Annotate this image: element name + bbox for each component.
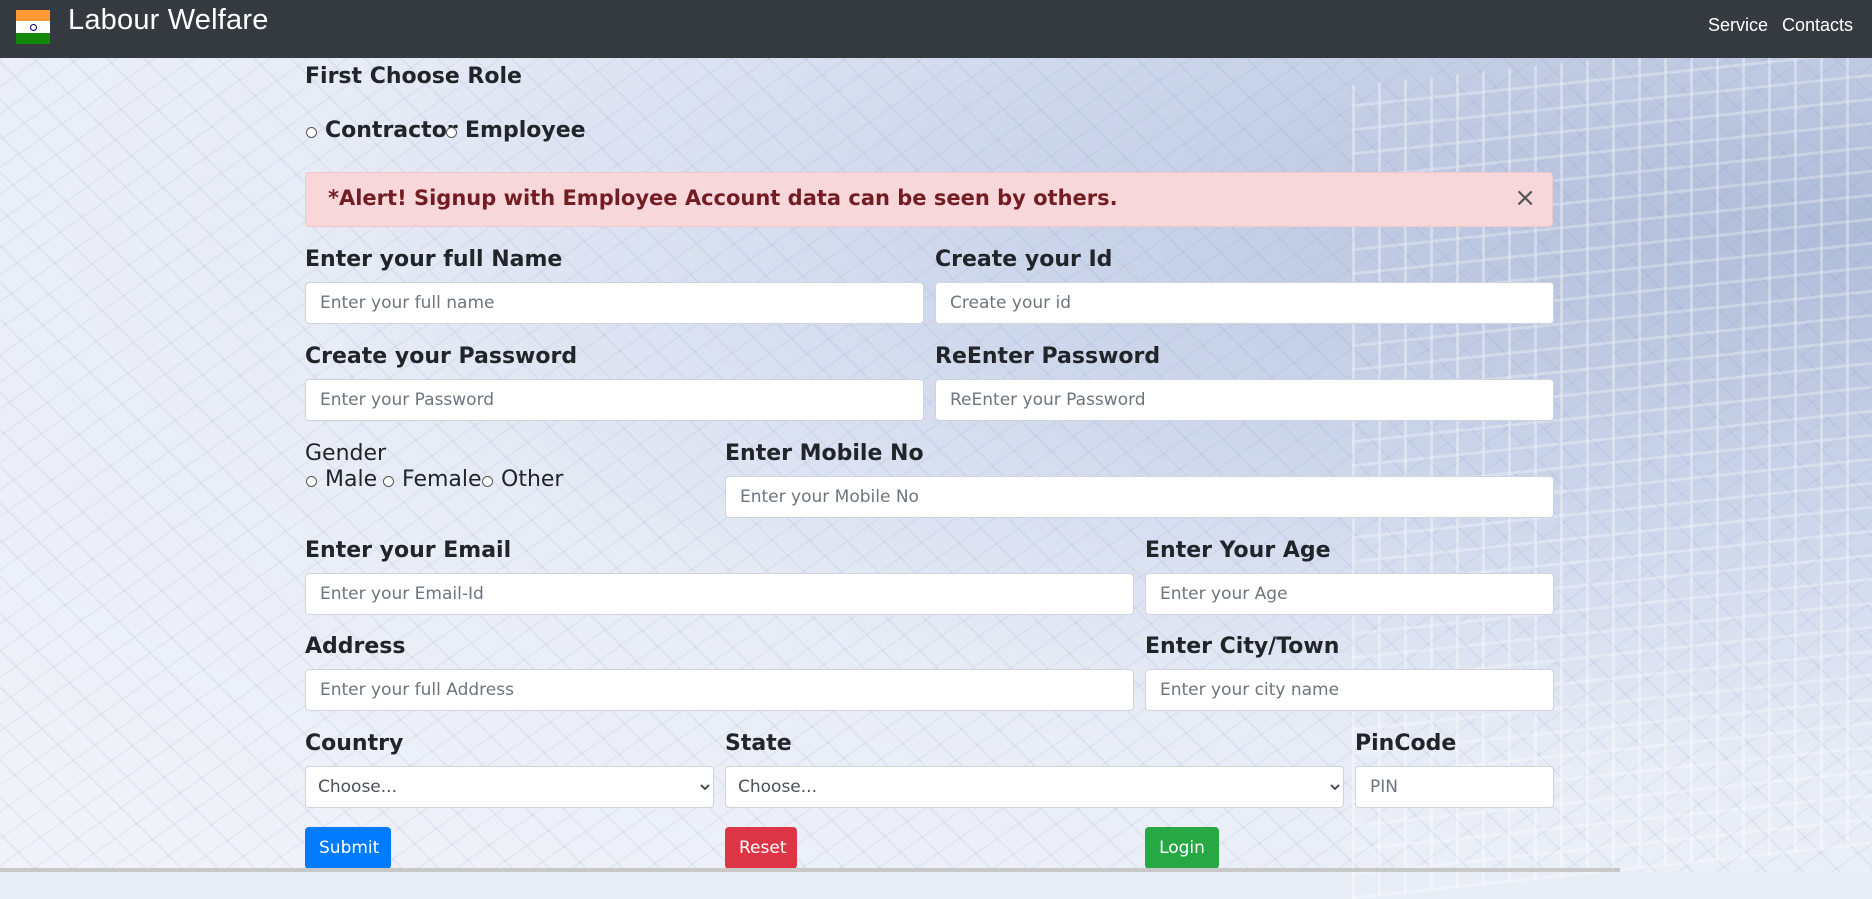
- login-button[interactable]: Login: [1145, 827, 1219, 869]
- alert-message: Signup with Employee Account data can be…: [406, 186, 1118, 210]
- gender-label-female[interactable]: Female: [402, 467, 482, 492]
- india-flag-icon: [16, 10, 50, 44]
- full-name-input[interactable]: [305, 282, 924, 324]
- password-input[interactable]: [305, 379, 924, 421]
- role-radio-contractor[interactable]: [306, 127, 317, 138]
- password-label: Create your Password: [305, 344, 578, 369]
- city-label: Enter City/Town: [1145, 634, 1340, 659]
- city-input[interactable]: [1145, 669, 1554, 711]
- alert-strong: *Alert!: [328, 186, 407, 210]
- email-label: Enter your Email: [305, 538, 512, 563]
- mobile-input[interactable]: [725, 476, 1554, 518]
- address-label: Address: [305, 634, 406, 659]
- state-select[interactable]: Choose...: [725, 766, 1344, 808]
- alert-banner: *Alert! Signup with Employee Account dat…: [305, 172, 1553, 227]
- mobile-label: Enter Mobile No: [725, 441, 924, 466]
- submit-button[interactable]: Submit: [305, 827, 391, 869]
- gender-radio-male[interactable]: [306, 476, 317, 487]
- role-radio-employee[interactable]: [446, 127, 457, 138]
- full-name-label: Enter your full Name: [305, 247, 563, 272]
- horizontal-scrollbar[interactable]: [0, 868, 1620, 872]
- gender-radio-female[interactable]: [383, 476, 394, 487]
- nav-link-contacts[interactable]: Contacts: [1782, 15, 1853, 36]
- country-label: Country: [305, 731, 404, 756]
- reenter-password-input[interactable]: [935, 379, 1554, 421]
- country-select[interactable]: Choose...: [305, 766, 714, 808]
- user-id-input[interactable]: [935, 282, 1554, 324]
- age-input[interactable]: [1145, 573, 1554, 615]
- reenter-password-label: ReEnter Password: [935, 344, 1161, 369]
- pincode-label: PinCode: [1355, 731, 1457, 756]
- gender-radio-other[interactable]: [482, 476, 493, 487]
- brand-title[interactable]: Labour Welfare: [68, 4, 269, 37]
- address-input[interactable]: [305, 669, 1134, 711]
- role-label-employee[interactable]: Employee: [465, 118, 586, 143]
- state-label: State: [725, 731, 792, 756]
- navbar: Labour Welfare Service Contacts: [0, 0, 1872, 58]
- alert-text: *Alert! Signup with Employee Account dat…: [328, 186, 1118, 210]
- age-label: Enter Your Age: [1145, 538, 1331, 563]
- gender-label-other[interactable]: Other: [501, 467, 563, 492]
- close-icon[interactable]: ×: [1514, 183, 1536, 213]
- user-id-label: Create your Id: [935, 247, 1113, 272]
- pincode-input[interactable]: [1355, 766, 1554, 808]
- gender-label-male[interactable]: Male: [325, 467, 377, 492]
- nav-link-service[interactable]: Service: [1708, 15, 1768, 36]
- role-label-contractor[interactable]: Contractor: [325, 118, 458, 143]
- role-title: First Choose Role: [305, 64, 522, 89]
- email-input[interactable]: [305, 573, 1134, 615]
- reset-button[interactable]: Reset: [725, 827, 797, 869]
- gender-label: Gender: [305, 441, 387, 466]
